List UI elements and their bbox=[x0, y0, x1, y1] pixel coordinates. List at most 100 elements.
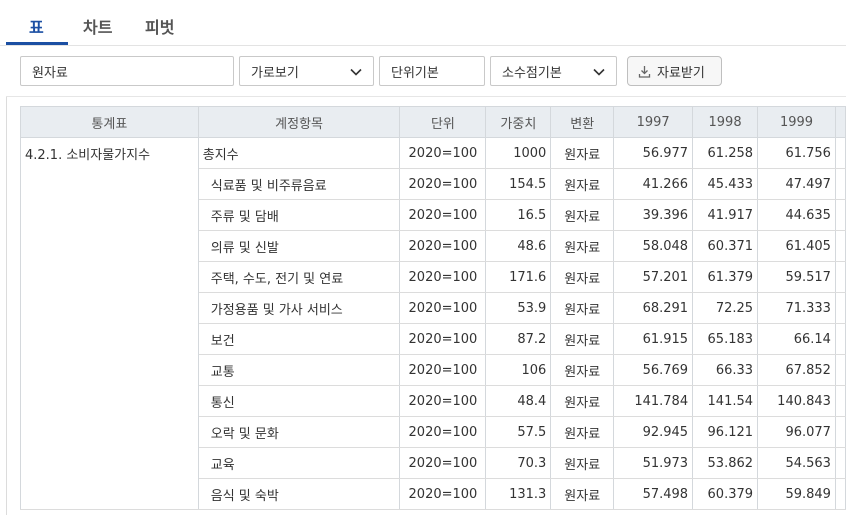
cell-value-1998: 60.379 bbox=[692, 478, 759, 510]
cell-weight: 53.9 bbox=[485, 292, 552, 324]
cell-value-1998: 61.379 bbox=[692, 261, 759, 293]
cell-account-item: 오락 및 문화 bbox=[198, 416, 401, 448]
cell-unit: 2020=100 bbox=[399, 323, 487, 355]
cell-value-1997: 68.291 bbox=[613, 292, 694, 324]
cell-value-1998: 60.371 bbox=[692, 230, 759, 262]
table-row: 음식 및 숙박 2020=100 131.3 원자료 57.498 60.379 59.84… bbox=[20, 478, 846, 510]
table-row: 오락 및 문화 2020=100 57.5 원자료 92.945 96.121 96.077 bbox=[20, 416, 846, 448]
cell-value-1997: 39.396 bbox=[613, 199, 694, 231]
cell-conversion: 원자료 bbox=[550, 292, 615, 324]
cell-account-item: 교통 bbox=[198, 354, 401, 386]
cell-stat-table bbox=[20, 168, 199, 200]
table-row: 의류 및 신발 2020=100 48.6 원자료 58.048 60.371 61.405 bbox=[20, 230, 846, 262]
column-header-weight[interactable]: 가중치 bbox=[485, 106, 552, 138]
table-row: 통신 2020=100 48.4 원자료 141.784 141.54 140.843 bbox=[20, 385, 846, 417]
cell-value-1997: 57.201 bbox=[613, 261, 694, 293]
panel-divider bbox=[6, 96, 846, 97]
download-button-label: 자료받기 bbox=[657, 65, 705, 81]
cell-value-1997: 51.973 bbox=[613, 447, 694, 479]
chevron-down-icon bbox=[350, 68, 362, 76]
cell-value-1999: 59.849 bbox=[757, 478, 836, 510]
cell-value-1999: 140.843 bbox=[757, 385, 836, 417]
cell-overflow bbox=[835, 168, 846, 200]
column-header-conversion[interactable]: 변환 bbox=[550, 106, 615, 138]
layout-select-value: 가로보기 bbox=[251, 65, 299, 81]
cell-overflow bbox=[835, 416, 846, 448]
cell-account-item: 음식 및 숙박 bbox=[198, 478, 401, 510]
panel-border bbox=[6, 96, 7, 515]
cell-conversion: 원자료 bbox=[550, 385, 615, 417]
cell-overflow bbox=[835, 385, 846, 417]
table-row: 교육 2020=100 70.3 원자료 51.973 53.862 54.563 bbox=[20, 447, 846, 479]
column-header-unit[interactable]: 단위 bbox=[399, 106, 487, 138]
table-row: 주택, 수도, 전기 및 연료 2020=100 171.6 원자료 57.201 61.… bbox=[20, 261, 846, 293]
cell-account-item: 통신 bbox=[198, 385, 401, 417]
source-select[interactable]: 원자료 bbox=[20, 56, 234, 86]
cell-stat-table bbox=[20, 230, 199, 262]
cell-value-1997: 141.784 bbox=[613, 385, 694, 417]
cell-account-item: 보건 bbox=[198, 323, 401, 355]
chevron-down-icon bbox=[593, 68, 605, 76]
cell-value-1998: 66.33 bbox=[692, 354, 759, 386]
cell-account-item: 가정용품 및 가사 서비스 bbox=[198, 292, 401, 324]
cell-stat-table bbox=[20, 199, 199, 231]
column-header-year-1998[interactable]: 1998 bbox=[692, 106, 759, 138]
cell-overflow bbox=[835, 478, 846, 510]
column-header-year-1999[interactable]: 1999 bbox=[757, 106, 836, 138]
cell-conversion: 원자료 bbox=[550, 354, 615, 386]
decimal-select[interactable]: 소수점기본 bbox=[490, 56, 617, 86]
download-button[interactable]: 자료받기 bbox=[627, 56, 722, 86]
cell-overflow bbox=[835, 354, 846, 386]
cell-overflow bbox=[835, 323, 846, 355]
table-row: 4.2.1. 소비자물가지수 총지수 2020=100 1000 원자료 56.977 61… bbox=[20, 137, 846, 169]
cell-weight: 131.3 bbox=[485, 478, 552, 510]
cell-unit: 2020=100 bbox=[399, 292, 487, 324]
cell-weight: 1000 bbox=[485, 137, 552, 169]
cell-value-1997: 56.977 bbox=[613, 137, 694, 169]
cell-conversion: 원자료 bbox=[550, 137, 615, 169]
column-header-stat-table[interactable]: 통계표 bbox=[20, 106, 199, 138]
column-header-year-1997[interactable]: 1997 bbox=[613, 106, 694, 138]
tab-chart[interactable]: 차트 bbox=[83, 14, 112, 38]
cell-value-1998: 72.25 bbox=[692, 292, 759, 324]
cell-account-item: 의류 및 신발 bbox=[198, 230, 401, 262]
cell-account-item: 주류 및 담배 bbox=[198, 199, 401, 231]
cell-stat-table bbox=[20, 478, 199, 510]
cell-value-1997: 56.769 bbox=[613, 354, 694, 386]
tab-table[interactable]: 표 bbox=[29, 14, 44, 38]
cell-value-1999: 47.497 bbox=[757, 168, 836, 200]
cell-conversion: 원자료 bbox=[550, 447, 615, 479]
cell-value-1999: 59.517 bbox=[757, 261, 836, 293]
cell-unit: 2020=100 bbox=[399, 385, 487, 417]
cell-account-item: 총지수 bbox=[198, 137, 401, 169]
table-row: 보건 2020=100 87.2 원자료 61.915 65.183 66.14 bbox=[20, 323, 846, 355]
cell-value-1998: 141.54 bbox=[692, 385, 759, 417]
unit-button[interactable]: 단위기본 bbox=[379, 56, 485, 86]
cell-account-item: 식료품 및 비주류음료 bbox=[198, 168, 401, 200]
cell-conversion: 원자료 bbox=[550, 168, 615, 200]
cell-conversion: 원자료 bbox=[550, 416, 615, 448]
cell-conversion: 원자료 bbox=[550, 230, 615, 262]
cell-weight: 87.2 bbox=[485, 323, 552, 355]
column-header-account-item[interactable]: 계정항목 bbox=[197, 106, 401, 138]
cell-conversion: 원자료 bbox=[550, 323, 615, 355]
tab-pivot[interactable]: 피벗 bbox=[145, 14, 174, 38]
cell-weight: 48.4 bbox=[485, 385, 552, 417]
cell-value-1998: 53.862 bbox=[692, 447, 759, 479]
cell-unit: 2020=100 bbox=[399, 199, 487, 231]
layout-select[interactable]: 가로보기 bbox=[239, 56, 374, 86]
cell-value-1999: 67.852 bbox=[757, 354, 836, 386]
cell-value-1997: 61.915 bbox=[613, 323, 694, 355]
cell-stat-table: 4.2.1. 소비자물가지수 bbox=[20, 137, 199, 169]
cell-overflow bbox=[835, 230, 846, 262]
cell-unit: 2020=100 bbox=[399, 261, 487, 293]
cell-unit: 2020=100 bbox=[399, 354, 487, 386]
cell-value-1997: 58.048 bbox=[613, 230, 694, 262]
cell-overflow bbox=[835, 137, 846, 169]
cell-value-1999: 96.077 bbox=[757, 416, 836, 448]
data-table: 통계표 계정항목 단위 가중치 변환 1997 1998 1999 4.2.1.… bbox=[20, 106, 846, 510]
cell-weight: 154.5 bbox=[485, 168, 552, 200]
cell-unit: 2020=100 bbox=[399, 137, 487, 169]
cell-value-1999: 61.756 bbox=[757, 137, 836, 169]
tabs-divider bbox=[0, 45, 846, 46]
